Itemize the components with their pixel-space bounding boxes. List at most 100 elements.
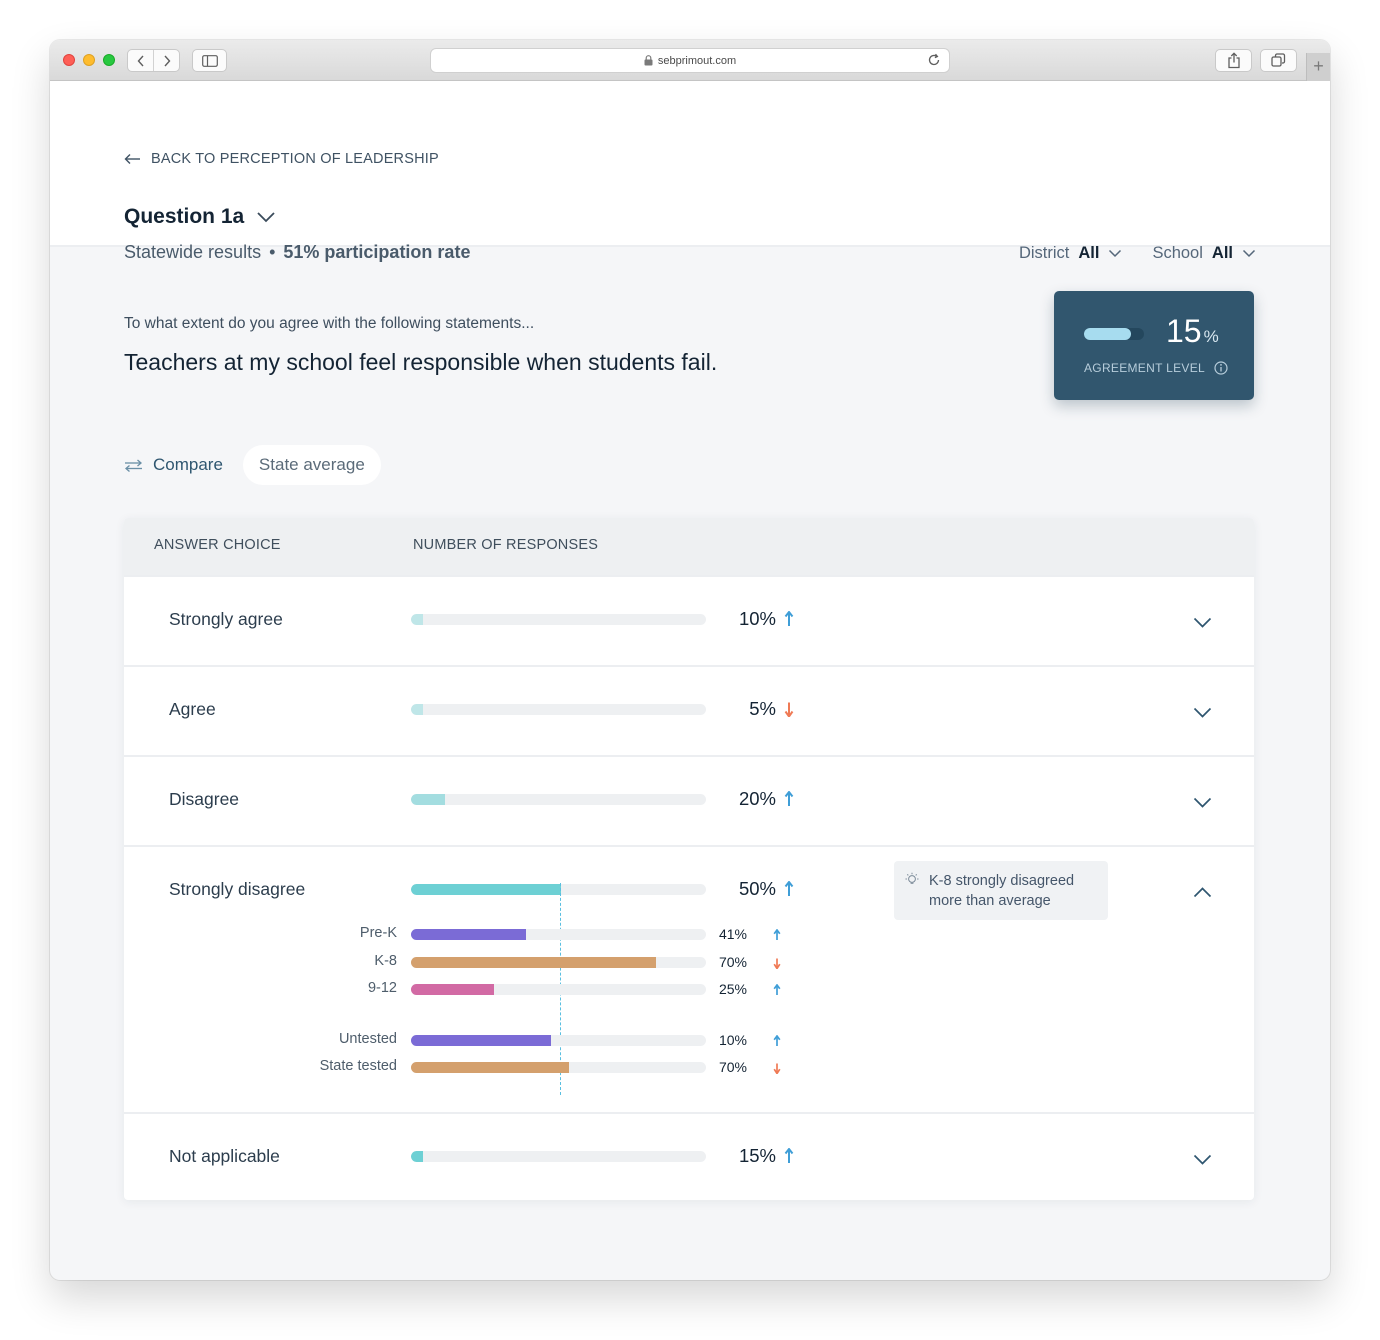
participation-rate: 51% participation rate (283, 242, 471, 262)
expand-row-button[interactable] (1193, 615, 1212, 633)
response-bar-track (411, 704, 706, 715)
separator-dot: • (269, 242, 276, 262)
response-bar-fill (411, 884, 562, 895)
breakdown-bar-fill (411, 929, 527, 940)
agreement-label: AGREEMENT LEVEL (1084, 361, 1228, 375)
expand-row-button[interactable] (1193, 795, 1212, 813)
trend-indicator (773, 956, 781, 974)
address-bar[interactable]: sebprimout.com (430, 48, 950, 73)
table-row[interactable]: Strongly agree 10% (124, 575, 1254, 665)
district-filter[interactable]: District All (1019, 244, 1123, 263)
response-percent: 10% (738, 608, 776, 629)
insight-text: K-8 strongly disagreed more than average (929, 873, 1075, 909)
breakdown-bar-fill (411, 956, 656, 968)
trend-indicator (784, 701, 794, 722)
expand-row-button[interactable] (1193, 1152, 1212, 1170)
compare-label[interactable]: Compare (153, 455, 223, 475)
breakdown-bar-track (411, 929, 706, 940)
trend-indicator (784, 1147, 794, 1169)
question-prompt: To what extent do you agree with the fol… (124, 315, 535, 332)
table-row[interactable]: Disagree 20% (124, 755, 1254, 845)
arrow-left-icon (124, 154, 140, 164)
trend-down-arrow-icon (773, 958, 781, 970)
breakdown-bar-track (411, 1034, 706, 1046)
insight-callout: K-8 strongly disagreed more than average (894, 861, 1108, 920)
chevron-down-icon (1193, 1154, 1212, 1165)
column-number-of-responses: NUMBER OF RESPONSES (413, 537, 599, 553)
chevron-left-icon (137, 55, 144, 66)
breakdown-bar-track (411, 956, 706, 968)
table-row[interactable]: Agree 5% (124, 665, 1254, 755)
trend-down-arrow-icon (784, 702, 794, 719)
results-table: ANSWER CHOICE NUMBER OF RESPONSES Strong… (124, 518, 1254, 1200)
trend-up-arrow-icon (784, 790, 794, 806)
lightbulb-icon (905, 872, 919, 884)
reload-button[interactable] (927, 53, 941, 70)
trend-indicator (773, 928, 781, 946)
info-icon[interactable] (1214, 361, 1228, 375)
answer-choice-label: Disagree (169, 789, 240, 809)
sidebar-icon (201, 54, 218, 67)
trend-indicator (773, 1061, 781, 1079)
breakdown-percent: 70% (718, 1059, 747, 1075)
question-statement: Teachers at my school feel responsible w… (124, 349, 718, 375)
trend-indicator (784, 610, 794, 632)
question-title: Question 1a (124, 205, 245, 228)
response-bar-track (411, 794, 706, 805)
expand-row-button[interactable] (1193, 705, 1212, 723)
table-row[interactable]: Not applicable 15% (124, 1112, 1254, 1200)
district-filter-value: All (1078, 244, 1100, 262)
sidebar-toggle-button[interactable] (192, 49, 227, 72)
trend-indicator (784, 790, 794, 812)
compare-arrows-icon (125, 459, 142, 472)
new-tab-button[interactable]: + (1306, 53, 1330, 81)
answer-choice-label: Strongly agree (169, 609, 283, 629)
breakdown-label: Untested (338, 1030, 397, 1047)
zoom-window-button[interactable] (103, 54, 115, 66)
forward-button[interactable] (153, 50, 179, 71)
back-button[interactable] (128, 50, 153, 71)
tabs-overview-button[interactable] (1260, 49, 1297, 72)
response-percent: 5% (749, 698, 776, 719)
response-bar-fill (411, 1151, 423, 1162)
breakdown-label: K-8 (374, 952, 397, 969)
trend-indicator (784, 880, 794, 902)
agreement-label-text: AGREEMENT LEVEL (1084, 361, 1205, 375)
trend-down-arrow-icon (773, 1063, 781, 1076)
close-window-button[interactable] (63, 54, 75, 66)
breakdown-label: Pre-K (359, 925, 397, 941)
table-header: ANSWER CHOICE NUMBER OF RESPONSES (124, 518, 1254, 575)
breakdown-label: State tested (319, 1058, 397, 1074)
chevron-right-icon (163, 55, 170, 66)
breakdown-percent: 10% (718, 1031, 747, 1048)
agreement-number: 15 (1166, 313, 1202, 349)
chevron-down-icon (1193, 707, 1212, 718)
browser-window: sebprimout.com + BACK TO PERCEPTION OF L… (50, 40, 1330, 1280)
share-button[interactable] (1215, 49, 1252, 72)
collapse-row-button[interactable] (1193, 885, 1212, 903)
agreement-unit: % (1203, 327, 1219, 346)
school-filter[interactable]: School All (1152, 244, 1256, 263)
trend-up-arrow-icon (773, 928, 781, 940)
question-selector[interactable]: Question 1a (124, 205, 276, 229)
breakdown-percent: 25% (718, 981, 747, 997)
response-bar-fill (411, 794, 445, 805)
answer-choice-label: Not applicable (169, 1146, 280, 1166)
trend-up-arrow-icon (784, 1147, 794, 1163)
response-bar-fill (411, 704, 423, 715)
chevron-up-icon (1193, 887, 1212, 898)
breakdown-percent: 70% (718, 953, 747, 970)
state-average-pill[interactable]: State average (242, 445, 381, 485)
chevron-down-icon (257, 212, 275, 223)
response-bar-fill (411, 614, 423, 625)
response-bar-track (411, 614, 706, 625)
trend-indicator (773, 1034, 781, 1052)
minimize-window-button[interactable] (83, 54, 95, 66)
table-row[interactable]: Strongly disagree 50% K-8 strongly disagre… (124, 845, 1254, 1112)
back-link[interactable]: BACK TO PERCEPTION OF LEADERSHIP (124, 151, 439, 167)
chevron-down-icon (1242, 249, 1256, 258)
agreement-value: 15% (1166, 313, 1219, 350)
agreement-level-card: 15% AGREEMENT LEVEL (1054, 291, 1254, 400)
url-text: sebprimout.com (657, 54, 737, 67)
district-filter-label: District (1018, 244, 1070, 262)
